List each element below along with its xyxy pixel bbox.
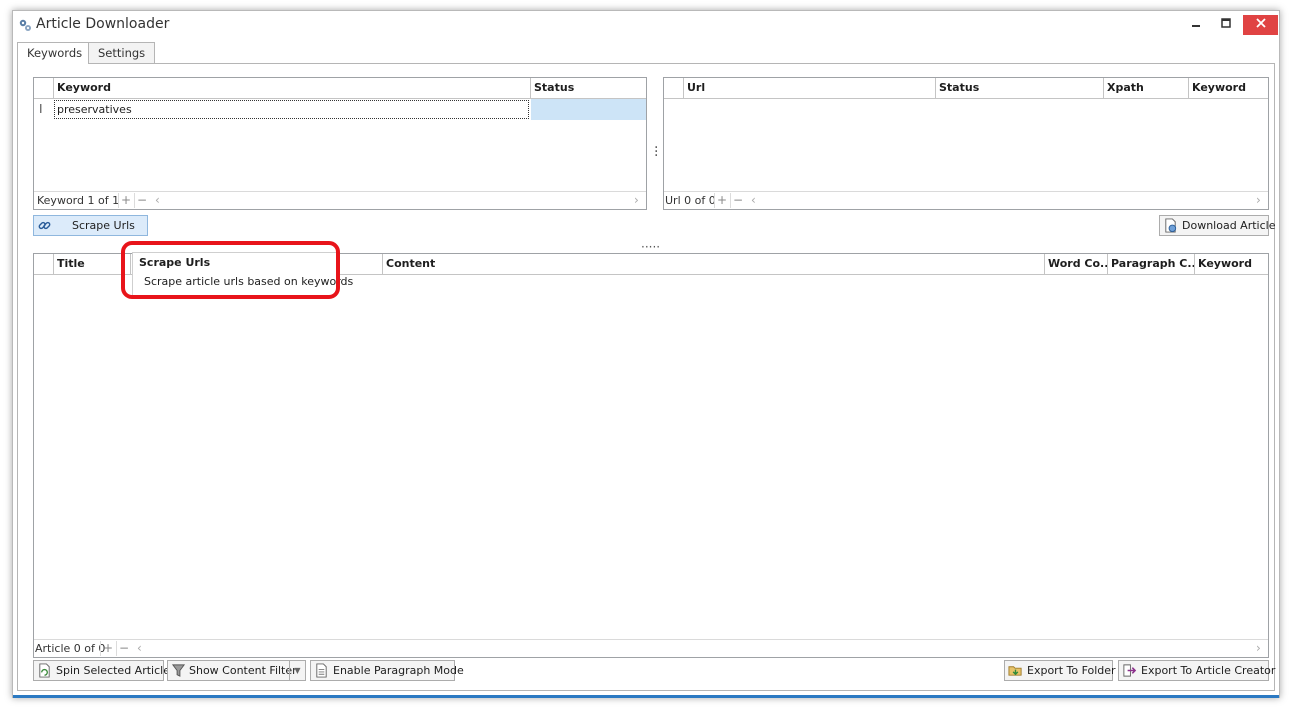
document-icon [316,663,327,678]
export-to-folder-label: Export To Folder [1027,664,1116,677]
scroll-right-arrow[interactable]: › [1256,641,1261,655]
column-header-keyword[interactable]: Keyword [1194,254,1268,274]
add-record-button[interactable]: + [714,193,729,208]
horizontal-splitter-grip[interactable]: ····· [641,240,660,254]
export-to-article-creator-button[interactable]: Export To Article Creator [1118,660,1275,681]
minimize-button[interactable] [1181,15,1211,35]
column-header-paragraph-count[interactable]: Paragraph C... [1107,254,1194,274]
url-grid[interactable]: Url Status Xpath Keyword Url 0 of 0 + − … [663,77,1269,210]
table-row[interactable]: I preservatives [34,99,646,121]
spin-document-icon [39,663,50,678]
article-grid[interactable]: Title Url Content Word Co... Paragraph C… [33,253,1269,658]
add-record-button[interactable]: + [118,193,133,208]
spin-selected-articles-label: Spin Selected Articles [56,664,176,677]
tab-keywords[interactable]: Keywords [17,42,93,65]
enable-paragraph-mode-button[interactable]: Enable Paragraph Mode [310,660,464,681]
record-count: Keyword 1 of 1 [37,194,120,207]
record-count: Url 0 of 0 [665,194,716,207]
maximize-icon [1221,18,1231,28]
url-grid-navigator: Url 0 of 0 + − ‹ › [664,191,1268,209]
link-icon [38,221,51,230]
column-header-status[interactable]: Status [530,78,646,98]
scrape-urls-label: Scrape Urls [72,219,135,232]
tooltip-highlight-annotation [121,241,340,299]
keyword-grid-header: Keyword Status [34,78,646,99]
download-article-label: Download Article [1182,219,1276,232]
download-article-button[interactable]: Download Article [1159,215,1275,236]
keywords-tab-panel: Keyword Status I preservatives Keyword 1… [17,64,1275,691]
document-globe-icon [1165,218,1177,233]
column-header-keyword[interactable]: Keyword [53,78,531,98]
keyword-grid-navigator: Keyword 1 of 1 + − ‹ › [34,191,646,209]
url-grid-header: Url Status Xpath Keyword [664,78,1268,99]
record-count: Article 0 of 0 [35,642,106,655]
gears-icon [19,19,31,31]
enable-paragraph-mode-label: Enable Paragraph Mode [333,664,464,677]
window-accent-bar [13,695,1279,698]
remove-record-button[interactable]: − [134,193,149,208]
close-button[interactable] [1243,15,1278,35]
title-bar[interactable]: Article Downloader [13,11,1279,39]
close-icon [1255,18,1266,28]
folder-export-icon [1008,666,1022,676]
vertical-splitter-grip[interactable]: · · · [654,141,658,163]
column-header-status[interactable]: Status [935,78,1103,98]
add-record-button[interactable]: + [100,641,115,656]
export-arrow-icon [1123,664,1137,677]
column-header-word-count[interactable]: Word Co... [1044,254,1107,274]
show-content-filter-label: Show Content Filter [189,664,297,677]
row-edit-indicator: I [39,102,43,116]
tab-strip: Keywords Settings [17,42,1275,65]
tab-settings[interactable]: Settings [88,42,156,64]
article-grid-navigator: Article 0 of 0 + − ‹ › [34,639,1268,657]
remove-record-button[interactable]: − [730,193,745,208]
remove-record-button[interactable]: − [116,641,131,656]
show-content-filter-button[interactable]: Show Content Filter ▼ [167,660,306,681]
export-to-folder-button[interactable]: Export To Folder [1004,660,1116,681]
column-header-content[interactable]: Content [382,254,1044,274]
spin-selected-articles-button[interactable]: Spin Selected Articles [33,660,176,681]
minimize-icon [1192,25,1200,27]
column-header-keyword[interactable]: Keyword [1188,78,1268,98]
filter-icon [171,664,186,677]
scroll-left-arrow[interactable]: ‹ [137,641,142,655]
window-title: Article Downloader [36,16,170,32]
scroll-left-arrow[interactable]: ‹ [155,193,160,207]
chevron-down-icon[interactable]: ▼ [289,661,305,680]
scrape-urls-button[interactable]: Scrape Urls [33,215,148,236]
scroll-right-arrow[interactable]: › [634,193,639,207]
maximize-button[interactable] [1211,15,1241,35]
keyword-cell-editor[interactable]: preservatives [54,100,529,119]
app-window: Article Downloader Keywords Settings Key… [12,10,1280,698]
scroll-left-arrow[interactable]: ‹ [751,193,756,207]
status-cell[interactable] [531,99,646,120]
keyword-grid[interactable]: Keyword Status I preservatives Keyword 1… [33,77,647,210]
export-to-article-creator-label: Export To Article Creator [1141,664,1276,677]
scroll-right-arrow[interactable]: › [1256,193,1261,207]
column-header-xpath[interactable]: Xpath [1103,78,1188,98]
column-header-url[interactable]: Url [683,78,935,98]
